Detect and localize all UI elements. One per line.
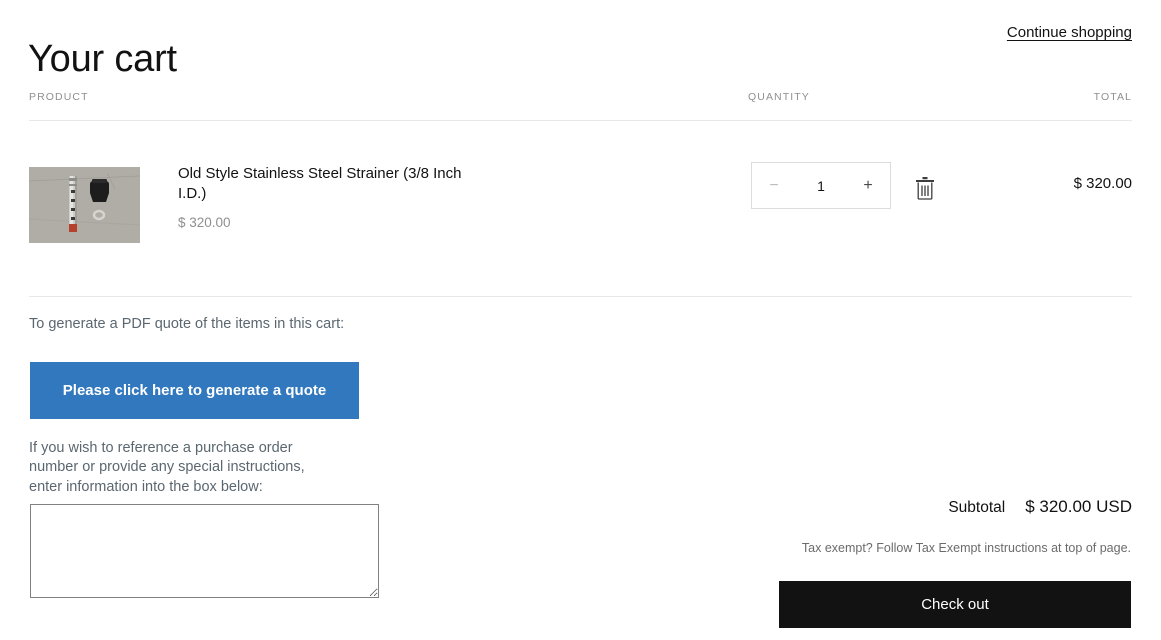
checkout-button[interactable]: Check out: [779, 581, 1131, 628]
product-title[interactable]: Old Style Stainless Steel Strainer (3/8 …: [178, 164, 478, 204]
product-thumbnail[interactable]: [29, 167, 140, 243]
special-instructions-input[interactable]: [30, 504, 379, 598]
quantity-decrease-button[interactable]: −: [752, 163, 796, 208]
product-unit-price: $ 320.00: [178, 214, 231, 230]
quantity-increase-button[interactable]: +: [846, 163, 890, 208]
product-info: Old Style Stainless Steel Strainer (3/8 …: [178, 164, 478, 230]
column-header-total: TOTAL: [1093, 91, 1132, 103]
remove-item-button[interactable]: [913, 175, 937, 201]
purchase-order-note: If you wish to reference a purchase orde…: [29, 440, 305, 495]
subtotal-row: Subtotal $ 320.00 USD: [948, 497, 1132, 517]
subtotal-label: Subtotal: [948, 499, 1006, 516]
cart-page: Your cart Continue shopping PRODUCT QUAN…: [0, 0, 1161, 640]
quantity-value[interactable]: 1: [796, 178, 846, 194]
cart-items-divider: [29, 296, 1132, 297]
header-divider: [29, 120, 1132, 121]
line-item-total: $ 320.00: [1073, 175, 1132, 192]
page-title: Your cart: [28, 38, 177, 81]
tax-exempt-note: Tax exempt? Follow Tax Exempt instructio…: [801, 541, 1131, 555]
quantity-stepper[interactable]: − 1 +: [751, 162, 891, 209]
continue-shopping-link[interactable]: Continue shopping: [1007, 24, 1132, 41]
subtotal-value: $ 320.00 USD: [1025, 497, 1132, 516]
column-header-product: PRODUCT: [29, 91, 89, 103]
quote-intro-text: To generate a PDF quote of the items in …: [29, 316, 345, 332]
column-header-quantity: QUANTITY: [748, 91, 810, 103]
trash-icon: [913, 175, 937, 201]
generate-quote-button[interactable]: Please click here to generate a quote: [30, 362, 359, 419]
